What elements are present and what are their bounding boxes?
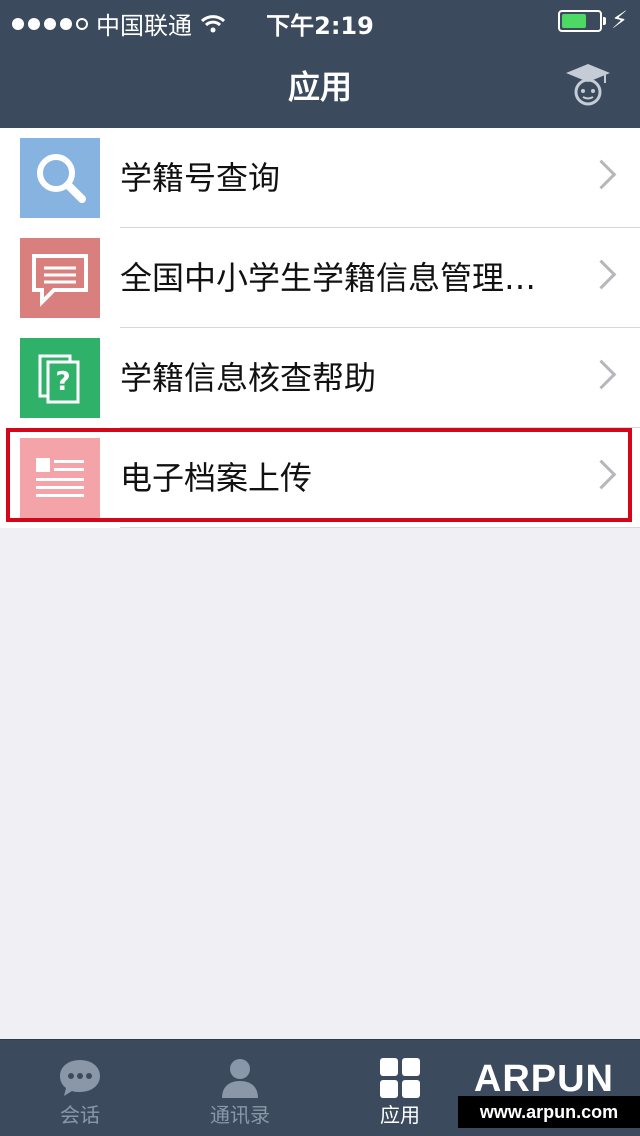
tab-bar: 会话 通讯录 应用 ARPUN www.arpun.com — [0, 1039, 640, 1136]
watermark-logo: ARPUN — [473, 1058, 614, 1100]
tab-contacts[interactable]: 通讯录 — [160, 1040, 320, 1136]
charging-icon: ⚡ — [611, 6, 628, 34]
tab-label: 会话 — [60, 1103, 100, 1127]
tab-apps[interactable]: 应用 — [320, 1040, 480, 1136]
tab-label: 通讯录 — [210, 1103, 270, 1127]
chevron-right-icon — [586, 159, 617, 190]
status-bar: 中国联通 下午2:19 ⚡ — [0, 0, 640, 40]
chevron-right-icon — [586, 359, 617, 390]
contacts-icon — [222, 1059, 258, 1098]
svg-text:?: ? — [55, 367, 70, 397]
app-label: 全国中小学生学籍信息管理系统 — [120, 259, 550, 297]
page-title: 应用 — [287, 68, 352, 106]
question-doc-icon: ? — [20, 338, 100, 418]
nav-header: 中国联通 下午2:19 ⚡ 应用 — [0, 0, 640, 128]
status-time: 下午2:19 — [266, 12, 374, 40]
message-icon — [20, 238, 100, 318]
battery-icon — [558, 10, 606, 32]
app-label: 学籍信息核查帮助 — [120, 359, 377, 397]
tab-chat[interactable]: 会话 — [0, 1040, 160, 1136]
watermark-url: www.arpun.com — [458, 1096, 640, 1128]
app-row-xuejihao-query[interactable]: 学籍号查询 — [0, 128, 640, 228]
watermark: ARPUN www.arpun.com — [458, 1040, 640, 1136]
magnifier-icon — [20, 138, 100, 218]
apps-grid-icon — [380, 1058, 420, 1098]
chevron-right-icon — [586, 259, 617, 290]
highlight-box — [6, 428, 632, 522]
app-row-verification-help[interactable]: ? 学籍信息核查帮助 — [0, 328, 640, 428]
app-label: 学籍号查询 — [120, 159, 281, 197]
chat-bubble-icon — [60, 1060, 100, 1096]
tab-label: 应用 — [380, 1103, 420, 1127]
graduation-cap-icon[interactable] — [564, 60, 612, 108]
app-row-student-info-system[interactable]: 全国中小学生学籍信息管理系统 — [0, 228, 640, 328]
